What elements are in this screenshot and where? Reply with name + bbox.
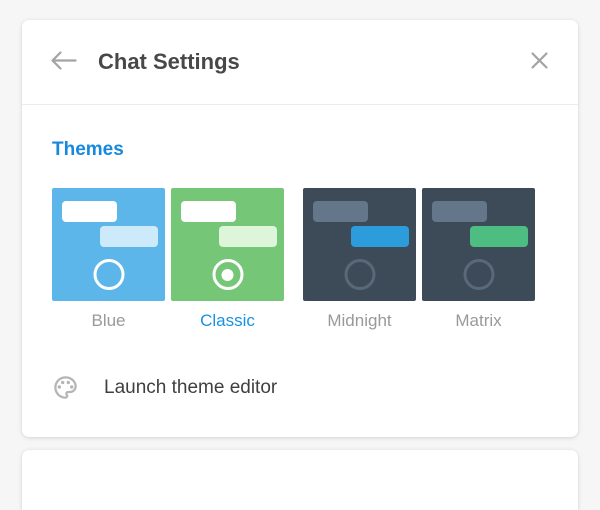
theme-preview <box>303 188 416 301</box>
chat-bubble-incoming <box>432 201 487 222</box>
palette-icon <box>52 374 79 401</box>
chat-bubble-incoming <box>62 201 117 222</box>
launch-theme-editor-label: Launch theme editor <box>104 377 277 399</box>
dialog-body: Themes Blue Classic <box>22 139 578 401</box>
launch-theme-editor-button[interactable]: Launch theme editor <box>52 374 277 401</box>
theme-option-blue[interactable]: Blue <box>52 188 165 331</box>
theme-option-matrix[interactable]: Matrix <box>422 188 535 331</box>
back-button[interactable] <box>50 50 77 74</box>
next-section-card <box>22 450 578 510</box>
chat-bubble-outgoing <box>351 226 409 247</box>
theme-label: Blue <box>52 311 165 331</box>
theme-options-row: Blue Classic Midnight <box>52 188 548 331</box>
chat-bubble-outgoing <box>219 226 277 247</box>
dialog-header: Chat Settings <box>22 20 578 105</box>
close-button[interactable] <box>529 50 550 74</box>
theme-radio <box>463 259 494 290</box>
arrow-left-icon <box>50 50 77 74</box>
theme-option-classic[interactable]: Classic <box>171 188 284 331</box>
theme-label: Classic <box>171 311 284 331</box>
close-icon <box>529 50 550 74</box>
theme-label: Matrix <box>422 311 535 331</box>
theme-preview <box>422 188 535 301</box>
theme-radio-selected <box>212 259 243 290</box>
chat-bubble-incoming <box>313 201 368 222</box>
chat-bubble-outgoing <box>100 226 158 247</box>
theme-preview <box>171 188 284 301</box>
theme-option-midnight[interactable]: Midnight <box>303 188 416 331</box>
theme-radio <box>93 259 124 290</box>
theme-preview <box>52 188 165 301</box>
chat-settings-dialog: Chat Settings Themes Blue <box>22 20 578 437</box>
chat-bubble-outgoing <box>470 226 528 247</box>
page-title: Chat Settings <box>98 49 240 75</box>
chat-bubble-incoming <box>181 201 236 222</box>
theme-label: Midnight <box>303 311 416 331</box>
theme-radio <box>344 259 375 290</box>
themes-heading: Themes <box>52 139 548 161</box>
